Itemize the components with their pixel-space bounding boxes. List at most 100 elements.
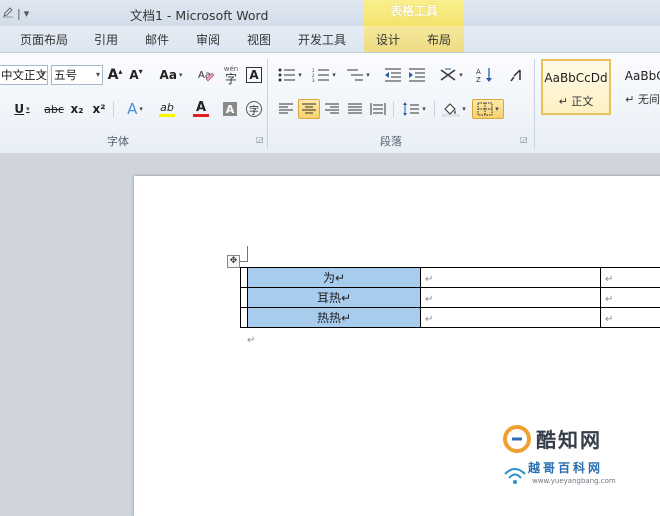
highlight-color-swatch	[159, 114, 175, 117]
superscript-button[interactable]: x²	[90, 99, 108, 119]
chevron-down-icon: ▾	[41, 66, 45, 84]
tab-mailings[interactable]: 邮件	[145, 31, 169, 48]
table-cell[interactable]: ↵	[421, 308, 601, 328]
cell-text: 热热↵	[317, 311, 351, 325]
watermark-brand: 酷知网	[536, 424, 602, 453]
distributed-icon	[370, 103, 386, 115]
highlight-button[interactable]: ab	[151, 99, 183, 119]
table-cell[interactable]	[241, 268, 248, 288]
underline-button[interactable]: U▾	[10, 99, 34, 119]
table-cell[interactable]: ↵	[601, 268, 660, 288]
justify-button[interactable]	[345, 99, 365, 119]
increase-indent-button[interactable]	[406, 65, 428, 85]
watermark-subtitle: 越哥百科网	[528, 459, 603, 476]
edit-icon[interactable]	[2, 6, 14, 21]
quick-access-toolbar: | ▾	[2, 4, 29, 22]
separator	[113, 101, 114, 117]
numbering-button[interactable]: 123 ▾	[310, 65, 338, 85]
cell-text: 为↵	[323, 271, 345, 285]
svg-text:3: 3	[312, 78, 315, 82]
table-cell[interactable]	[241, 288, 248, 308]
shading-button[interactable]: ▾	[440, 99, 468, 119]
line-spacing-button[interactable]: ▾	[400, 99, 428, 119]
paragraph-mark: ↵	[425, 314, 433, 325]
paragraph-mark: ↵	[247, 335, 255, 346]
highlight-label: ab	[160, 102, 174, 114]
distributed-button[interactable]	[368, 99, 388, 119]
window-title: 文档1 - Microsoft Word	[130, 5, 268, 24]
title-bar: | ▾ 文档1 - Microsoft Word 表格工具	[0, 0, 660, 26]
document-table[interactable]: 为↵ ↵ ↵ 耳热↵ ↵ ↵ 热热↵ ↵ ↵	[240, 267, 660, 328]
table-cell-selected[interactable]: 耳热↵	[248, 288, 421, 308]
font-group-label: 字体	[107, 133, 129, 149]
phonetic-guide-button[interactable]: wén 字	[221, 65, 241, 85]
subscript-button[interactable]: x₂	[68, 99, 86, 119]
paragraph-dialog-launcher-icon[interactable]: ◲	[520, 135, 528, 144]
font-dialog-launcher-icon[interactable]: ◲	[256, 135, 264, 144]
shrink-font-button[interactable]: A▾	[127, 65, 145, 85]
decrease-indent-button[interactable]	[382, 65, 404, 85]
borders-button[interactable]: ▾	[472, 99, 504, 119]
character-shading-button[interactable]: A	[223, 102, 237, 116]
align-right-button[interactable]	[322, 99, 342, 119]
chevron-down-icon: ▾	[26, 105, 30, 113]
change-case-button[interactable]: Aa▾	[158, 65, 184, 85]
table-cell-selected[interactable]: 热热↵	[248, 308, 421, 328]
paragraph-mark: ↵	[605, 314, 613, 325]
font-color-button[interactable]: A	[186, 99, 216, 119]
tab-view[interactable]: 视图	[247, 31, 271, 48]
decrease-indent-icon	[384, 68, 402, 82]
paint-bucket-icon	[442, 101, 460, 117]
tab-layout[interactable]: 布局	[427, 31, 451, 48]
align-right-icon	[325, 103, 339, 115]
group-separator	[534, 59, 535, 149]
borders-icon	[477, 102, 493, 116]
chinese-layout-button[interactable]: ▾	[436, 65, 466, 85]
grow-font-button[interactable]: A▴	[106, 65, 124, 85]
align-left-button[interactable]	[276, 99, 296, 119]
table-tools-tab-group: 表格工具	[364, 0, 464, 26]
qat-customize-button[interactable]: ▾	[24, 7, 30, 20]
ribbon-tab-row: 页面布局 引用 邮件 审阅 视图 开发工具 设计 布局	[0, 26, 660, 52]
character-border-label: A	[249, 68, 258, 82]
watermark-url: www.yueyangbang.com	[532, 477, 616, 485]
align-center-button[interactable]	[298, 99, 320, 119]
line-spacing-icon	[402, 102, 420, 116]
tab-design[interactable]: 设计	[376, 31, 400, 48]
style-normal-sample: AaBbCcDd	[543, 71, 609, 85]
multilevel-list-icon	[346, 68, 364, 82]
bullets-icon	[278, 68, 296, 82]
strikethrough-button[interactable]: abc	[42, 99, 66, 119]
tab-developer[interactable]: 开发工具	[298, 31, 346, 48]
table-cell[interactable]: ↵	[601, 308, 660, 328]
character-border-button[interactable]: A	[246, 67, 262, 83]
show-hide-marks-button[interactable]	[505, 65, 527, 85]
clear-formatting-button[interactable]: Aa	[196, 65, 216, 85]
table-cell-selected[interactable]: 为↵	[248, 268, 421, 288]
sort-button[interactable]: AZ	[474, 65, 496, 85]
style-no-spacing[interactable]: AaBbCc ↵ 无间隔	[613, 59, 660, 115]
font-size-combo[interactable]: 五号 ▾	[51, 65, 103, 85]
paragraph-mark: ↵	[425, 294, 433, 305]
tab-page-layout[interactable]: 页面布局	[20, 31, 68, 48]
chevron-down-icon: ▾	[366, 71, 370, 79]
tab-review[interactable]: 审阅	[196, 31, 220, 48]
enclose-characters-button[interactable]: 字	[246, 101, 262, 117]
table-cell[interactable]: ↵	[601, 288, 660, 308]
text-effects-button[interactable]: A▾	[121, 99, 149, 119]
svg-text:A: A	[476, 68, 481, 76]
style-normal[interactable]: AaBbCcDd ↵ 正文	[541, 59, 611, 115]
watermark: 酷知网 越哥百科网 www.yueyangbang.com	[502, 420, 660, 496]
bullets-button[interactable]: ▾	[276, 65, 304, 85]
tab-references[interactable]: 引用	[94, 31, 118, 48]
table-cell[interactable]: ↵	[421, 288, 601, 308]
wifi-icon	[502, 462, 528, 488]
font-color-label: A	[196, 101, 206, 114]
table-move-handle-icon[interactable]: ✥	[227, 255, 240, 268]
multilevel-list-button[interactable]: ▾	[344, 65, 372, 85]
table-cell[interactable]	[241, 308, 248, 328]
font-family-combo[interactable]: 中文正文 ▾	[0, 65, 48, 85]
superscript-label: x²	[93, 102, 106, 116]
table-cell[interactable]: ↵	[421, 268, 601, 288]
chevron-down-icon: ▾	[298, 71, 302, 79]
